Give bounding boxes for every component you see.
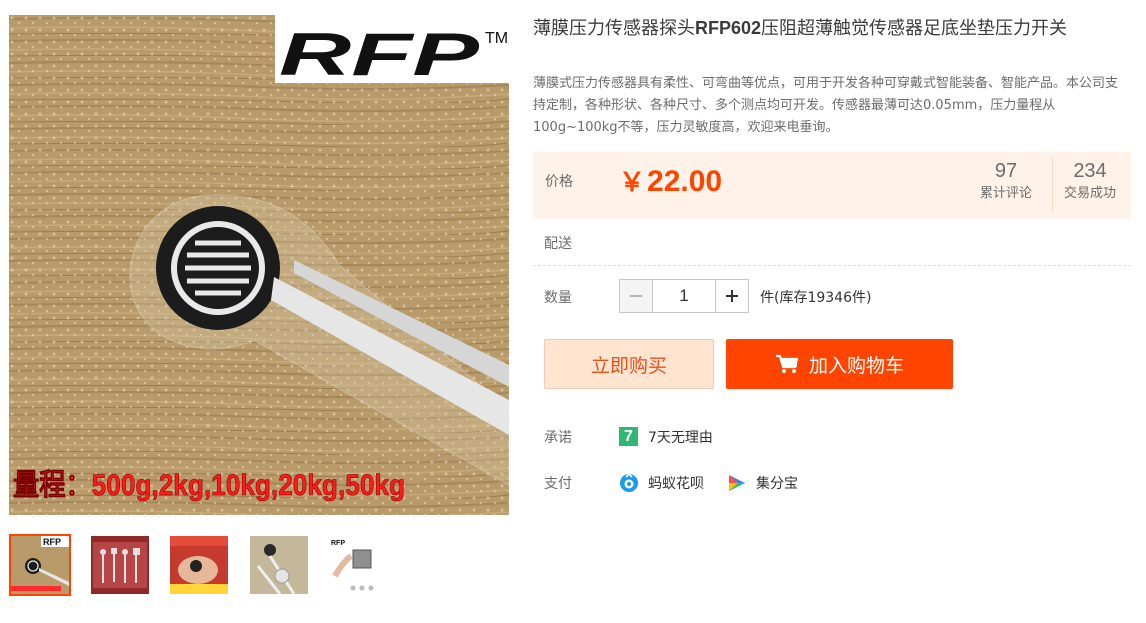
payment-method-huabei[interactable]: 蚂蚁花呗 bbox=[648, 473, 704, 493]
quantity-decrease-button[interactable] bbox=[619, 279, 653, 313]
svg-text:RFP: RFP bbox=[43, 537, 61, 547]
jifenbao-icon bbox=[727, 473, 747, 493]
thumbnail-1[interactable]: RFP bbox=[9, 534, 71, 596]
sensor-photo: RFP TM 量程：500g,2kg,10kg,20kg,50kg bbox=[9, 15, 509, 515]
thumb-twin-sensors-image bbox=[250, 536, 308, 594]
shopping-cart-icon bbox=[775, 354, 799, 374]
product-title: 薄膜压力传感器探头RFP602压阻超薄触觉传感器足底坐垫压力开关 bbox=[533, 15, 1129, 42]
stock-text: 件(库存19346件) bbox=[760, 290, 872, 306]
section-divider bbox=[533, 265, 1131, 266]
deals-label: 交易成功 bbox=[1063, 186, 1116, 201]
thumb-hand-sensor-image bbox=[170, 536, 228, 594]
reviews-stat[interactable]: 97 累计评论 bbox=[973, 158, 1039, 212]
thumbnail-strip: RFP RFP bbox=[9, 533, 509, 603]
price-amount: 22.00 bbox=[647, 165, 723, 198]
svg-text:RFP: RFP bbox=[331, 540, 345, 547]
title-prefix: 薄膜压力传感器探头 bbox=[533, 18, 695, 39]
product-subtitle: 薄膜式压力传感器具有柔性、可弯曲等优点，可用于开发各种可穿戴式智能装备、智能产品… bbox=[533, 76, 1119, 135]
currency-symbol: ￥ bbox=[619, 167, 646, 197]
add-to-cart-button[interactable]: 加入购物车 bbox=[726, 339, 953, 389]
title-model: RFP602 bbox=[695, 18, 762, 38]
price-label: 价格 bbox=[545, 174, 573, 190]
thumbnail-3[interactable] bbox=[168, 534, 230, 596]
price-panel: 价格 ￥22.00 97 累计评论 234 交易成功 bbox=[533, 152, 1131, 219]
main-product-image[interactable]: RFP TM 量程：500g,2kg,10kg,20kg,50kg bbox=[9, 15, 509, 515]
quantity-stepper bbox=[619, 279, 749, 313]
promise-label: 承诺 bbox=[544, 430, 572, 446]
thumb-sensor-array-image bbox=[91, 536, 149, 594]
shipping-label: 配送 bbox=[544, 236, 572, 252]
thumbnail-4[interactable] bbox=[248, 534, 310, 596]
thumb-square-sensor-image: RFP bbox=[329, 536, 387, 594]
thumb-sensor-image: RFP bbox=[11, 536, 69, 594]
quantity-increase-button[interactable] bbox=[715, 279, 749, 313]
quantity-input[interactable] bbox=[652, 279, 716, 313]
huabei-icon bbox=[619, 472, 639, 493]
buy-now-button[interactable]: 立即购买 bbox=[544, 339, 714, 389]
add-to-cart-label: 加入购物车 bbox=[808, 354, 904, 377]
thumbnail-2[interactable] bbox=[89, 534, 151, 596]
payment-label: 支付 bbox=[544, 476, 572, 492]
buy-now-label: 立即购买 bbox=[590, 354, 667, 377]
quantity-label: 数量 bbox=[544, 290, 572, 306]
reviews-count: 97 bbox=[994, 160, 1018, 182]
thumbnail-5[interactable]: RFP bbox=[327, 534, 389, 596]
trademark-mark: TM bbox=[485, 30, 508, 47]
plus-icon bbox=[726, 290, 738, 302]
deals-count: 234 bbox=[1073, 160, 1107, 182]
price-value: ￥22.00 bbox=[619, 162, 722, 199]
seven-day-return-icon: 7 bbox=[619, 427, 638, 446]
minus-icon bbox=[630, 295, 642, 297]
rfp-logo-text: RFP bbox=[279, 21, 481, 88]
reviews-label: 累计评论 bbox=[979, 186, 1032, 201]
deals-stat: 234 交易成功 bbox=[1052, 158, 1127, 212]
range-caption: 量程：500g,2kg,10kg,20kg,50kg bbox=[13, 469, 405, 502]
promise-text[interactable]: 7天无理由 bbox=[648, 427, 713, 447]
payment-method-jifenbao[interactable]: 集分宝 bbox=[756, 473, 798, 493]
title-suffix: 压阻超薄触觉传感器足底坐垫压力开关 bbox=[761, 18, 1068, 39]
